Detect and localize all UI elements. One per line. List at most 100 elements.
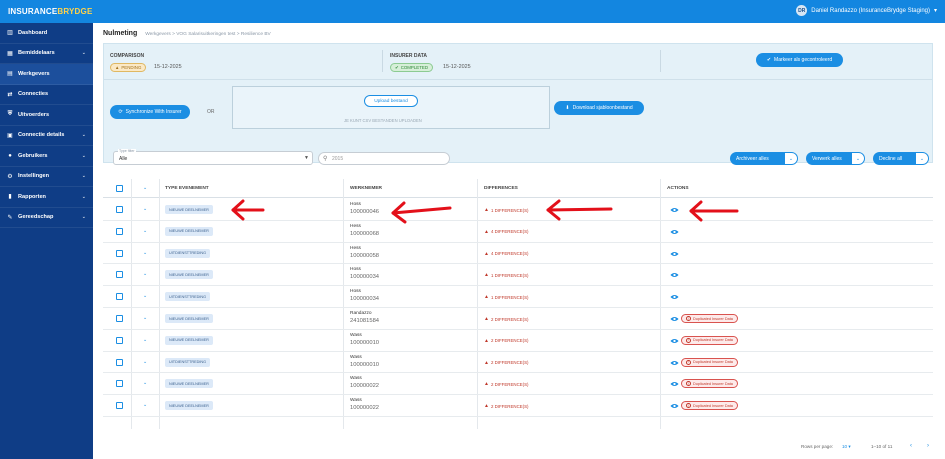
differences-count[interactable]: ▲ 2 DIFFERENCE(S) <box>484 316 529 322</box>
row-checkbox[interactable] <box>116 227 123 235</box>
alert-circle-icon: ! <box>686 403 691 409</box>
select-all-checkbox[interactable] <box>116 185 123 192</box>
view-eye-icon[interactable] <box>670 381 679 387</box>
sidebar-item-rapporten[interactable]: ▮ Rapporten ⌄ <box>0 187 93 208</box>
file-dropzone[interactable]: Upload bestand JE KUNT CSV BESTANDEN UPL… <box>232 86 550 129</box>
sidebar-item-gereedschap[interactable]: ✎ Gereedschap ⌄ <box>0 208 93 228</box>
mark-checked-button[interactable]: ✔ Markeer als gecontroleerd <box>756 53 843 67</box>
duplicated-insurer-data-badge: ! Duplicated Insurer Data <box>681 357 738 367</box>
pagination-range: 1–10 of 11 <box>871 444 893 449</box>
breadcrumb: Nulmeting Werkgevers > VOG Salarisuitker… <box>103 30 271 37</box>
differences-count[interactable]: ▲ 4 DIFFERENCE(S) <box>484 229 529 235</box>
decline-all-button[interactable]: Decline all <box>873 152 915 165</box>
next-page-button[interactable]: › <box>927 443 929 449</box>
view-eye-icon[interactable] <box>670 338 679 344</box>
check-circle-icon: ✔ <box>395 64 399 70</box>
upload-file-button[interactable]: Upload bestand <box>364 95 418 107</box>
chevron-down-icon[interactable]: ⌄ <box>143 402 147 408</box>
differences-text: 2 DIFFERENCE(S) <box>490 360 529 366</box>
sidebar-item-uitvoerders[interactable]: ⛨ Uitvoerders <box>0 105 93 126</box>
archive-all-dropdown[interactable]: ⌄ <box>784 152 798 165</box>
sidebar-item-dashboard[interactable]: ▥ Dashboard <box>0 23 93 44</box>
chevron-down-icon[interactable]: ⌄ <box>143 293 147 299</box>
row-checkbox[interactable] <box>116 358 123 366</box>
view-eye-icon[interactable] <box>670 294 679 300</box>
view-eye-icon[interactable] <box>670 207 679 213</box>
type-filter-label: Type filter <box>118 149 136 153</box>
row-checkbox[interactable] <box>116 380 123 388</box>
type-filter-select[interactable]: Type filter Alle ▼ <box>113 149 313 165</box>
process-all-split-button[interactable]: Verwerk alles ⌄ <box>806 152 865 165</box>
view-eye-icon[interactable] <box>670 360 679 366</box>
table-row: ⌄ NIEUWE DEELNEMER Randazzo 241081584 ▲ 2 DIF… <box>103 308 933 330</box>
chevron-down-icon[interactable]: ⌄ <box>143 337 147 343</box>
differences-count[interactable]: ▲ 1 DIFFERENCE(S) <box>484 294 529 300</box>
alert-circle-icon: ! <box>686 316 691 321</box>
sidebar-item-instellingen[interactable]: ⚙ Instellingen ⌄ <box>0 167 93 187</box>
chevron-down-icon[interactable]: ⌄ <box>143 315 147 321</box>
view-eye-icon[interactable] <box>670 272 679 278</box>
logo-text-brydge: BRYDGE <box>57 7 93 16</box>
divider <box>104 79 932 80</box>
process-all-dropdown[interactable]: ⌄ <box>851 152 865 165</box>
row-checkbox[interactable] <box>116 249 123 257</box>
chevron-down-icon[interactable]: ⌄ <box>143 185 147 191</box>
differences-count[interactable]: ▲ 1 DIFFERENCE(S) <box>484 207 529 213</box>
differences-count[interactable]: ▲ 2 DIFFERENCE(S) <box>484 338 529 344</box>
row-checkbox[interactable] <box>116 271 123 279</box>
search-input[interactable] <box>332 155 442 163</box>
view-eye-icon[interactable] <box>670 403 679 409</box>
chevron-down-icon[interactable]: ⌄ <box>143 206 147 212</box>
user-menu[interactable]: DR Daniel Randazzo (InsuranceBrydge Stag… <box>796 5 937 16</box>
decline-all-dropdown[interactable]: ⌄ <box>915 152 929 165</box>
row-checkbox[interactable] <box>116 315 123 322</box>
differences-count[interactable]: ▲ 2 DIFFERENCE(S) <box>484 403 529 409</box>
search-box[interactable]: ⚲ <box>318 152 450 165</box>
process-all-button[interactable]: Verwerk alles <box>806 152 851 165</box>
download-icon: ⬇ <box>565 105 570 111</box>
row-checkbox[interactable] <box>116 402 123 410</box>
archive-all-button[interactable]: Archiveer alles <box>730 152 784 165</box>
sidebar-item-bemiddelaars[interactable]: ▦ Bemiddelaars ⌄ <box>0 44 93 64</box>
previous-page-button[interactable]: ‹ <box>910 443 912 449</box>
view-eye-icon[interactable] <box>670 316 679 322</box>
table-row: ⌄ UITDIENSTTREDING Hess 100000058 ▲ 4 DIFFERE… <box>103 243 933 265</box>
rows-per-page-select[interactable]: 10 ▾ <box>842 444 851 450</box>
sidebar-item-connecties[interactable]: ⇄ Connecties <box>0 85 93 105</box>
differences-count[interactable]: ▲ 4 DIFFERENCE(S) <box>484 251 529 257</box>
employee-number: 100000022 <box>350 405 380 412</box>
differences-count[interactable]: ▲ 2 DIFFERENCE(S) <box>484 381 529 387</box>
view-eye-icon[interactable] <box>670 251 679 257</box>
warning-icon: ▲ <box>484 403 489 410</box>
row-checkbox[interactable] <box>116 206 123 213</box>
nav-icon: ▮ <box>8 194 12 201</box>
chevron-down-icon[interactable]: ⌄ <box>143 359 147 365</box>
alert-circle-icon: ! <box>686 337 691 343</box>
duplicated-label: Duplicated Insurer Data <box>693 403 733 408</box>
sidebar-item-gebruikers[interactable]: ● Gebruikers ⌄ <box>0 146 93 167</box>
chevron-down-icon: ⌄ <box>81 173 86 180</box>
sidebar-item-connectie-details[interactable]: ▣ Connectie details ⌄ <box>0 126 93 146</box>
row-checkbox[interactable] <box>116 336 123 344</box>
differences-count[interactable]: ▲ 1 DIFFERENCE(S) <box>484 272 529 278</box>
column-header-employee[interactable]: WERKNEMER <box>350 186 382 191</box>
column-header-type[interactable]: TYPE EVENEMENT <box>165 186 209 191</box>
app-logo[interactable]: INSURANCEBRYDGE <box>0 7 93 16</box>
row-checkbox[interactable] <box>116 293 123 301</box>
column-header-differences[interactable]: DIFFERENCES <box>484 186 518 191</box>
sidebar-item-werkgevers[interactable]: ▤ Werkgevers <box>0 64 93 85</box>
chevron-down-icon[interactable]: ⌄ <box>143 380 147 386</box>
view-eye-icon[interactable] <box>670 229 679 235</box>
chevron-down-icon[interactable]: ⌄ <box>143 271 147 277</box>
download-template-button[interactable]: ⬇ Download sjabloonbestand <box>554 101 644 115</box>
chevron-down-icon[interactable]: ⌄ <box>143 228 147 234</box>
decline-all-split-button[interactable]: Decline all ⌄ <box>873 152 929 165</box>
sync-insurer-button[interactable]: ⟳ Synchronize With Insurer <box>110 105 190 119</box>
upload-hint: JE KUNT CSV BESTANDEN UPLOADEN <box>344 118 422 123</box>
chevron-down-icon[interactable]: ⌄ <box>143 250 147 256</box>
employee-number: 241081584 <box>350 318 380 324</box>
breadcrumb-path[interactable]: Werkgevers > VOG Salarisuitkeringen test… <box>145 32 271 37</box>
differences-text: 4 DIFFERENCE(S) <box>490 229 529 235</box>
archive-all-split-button[interactable]: Archiveer alles ⌄ <box>730 152 798 165</box>
differences-count[interactable]: ▲ 2 DIFFERENCE(S) <box>484 360 529 366</box>
